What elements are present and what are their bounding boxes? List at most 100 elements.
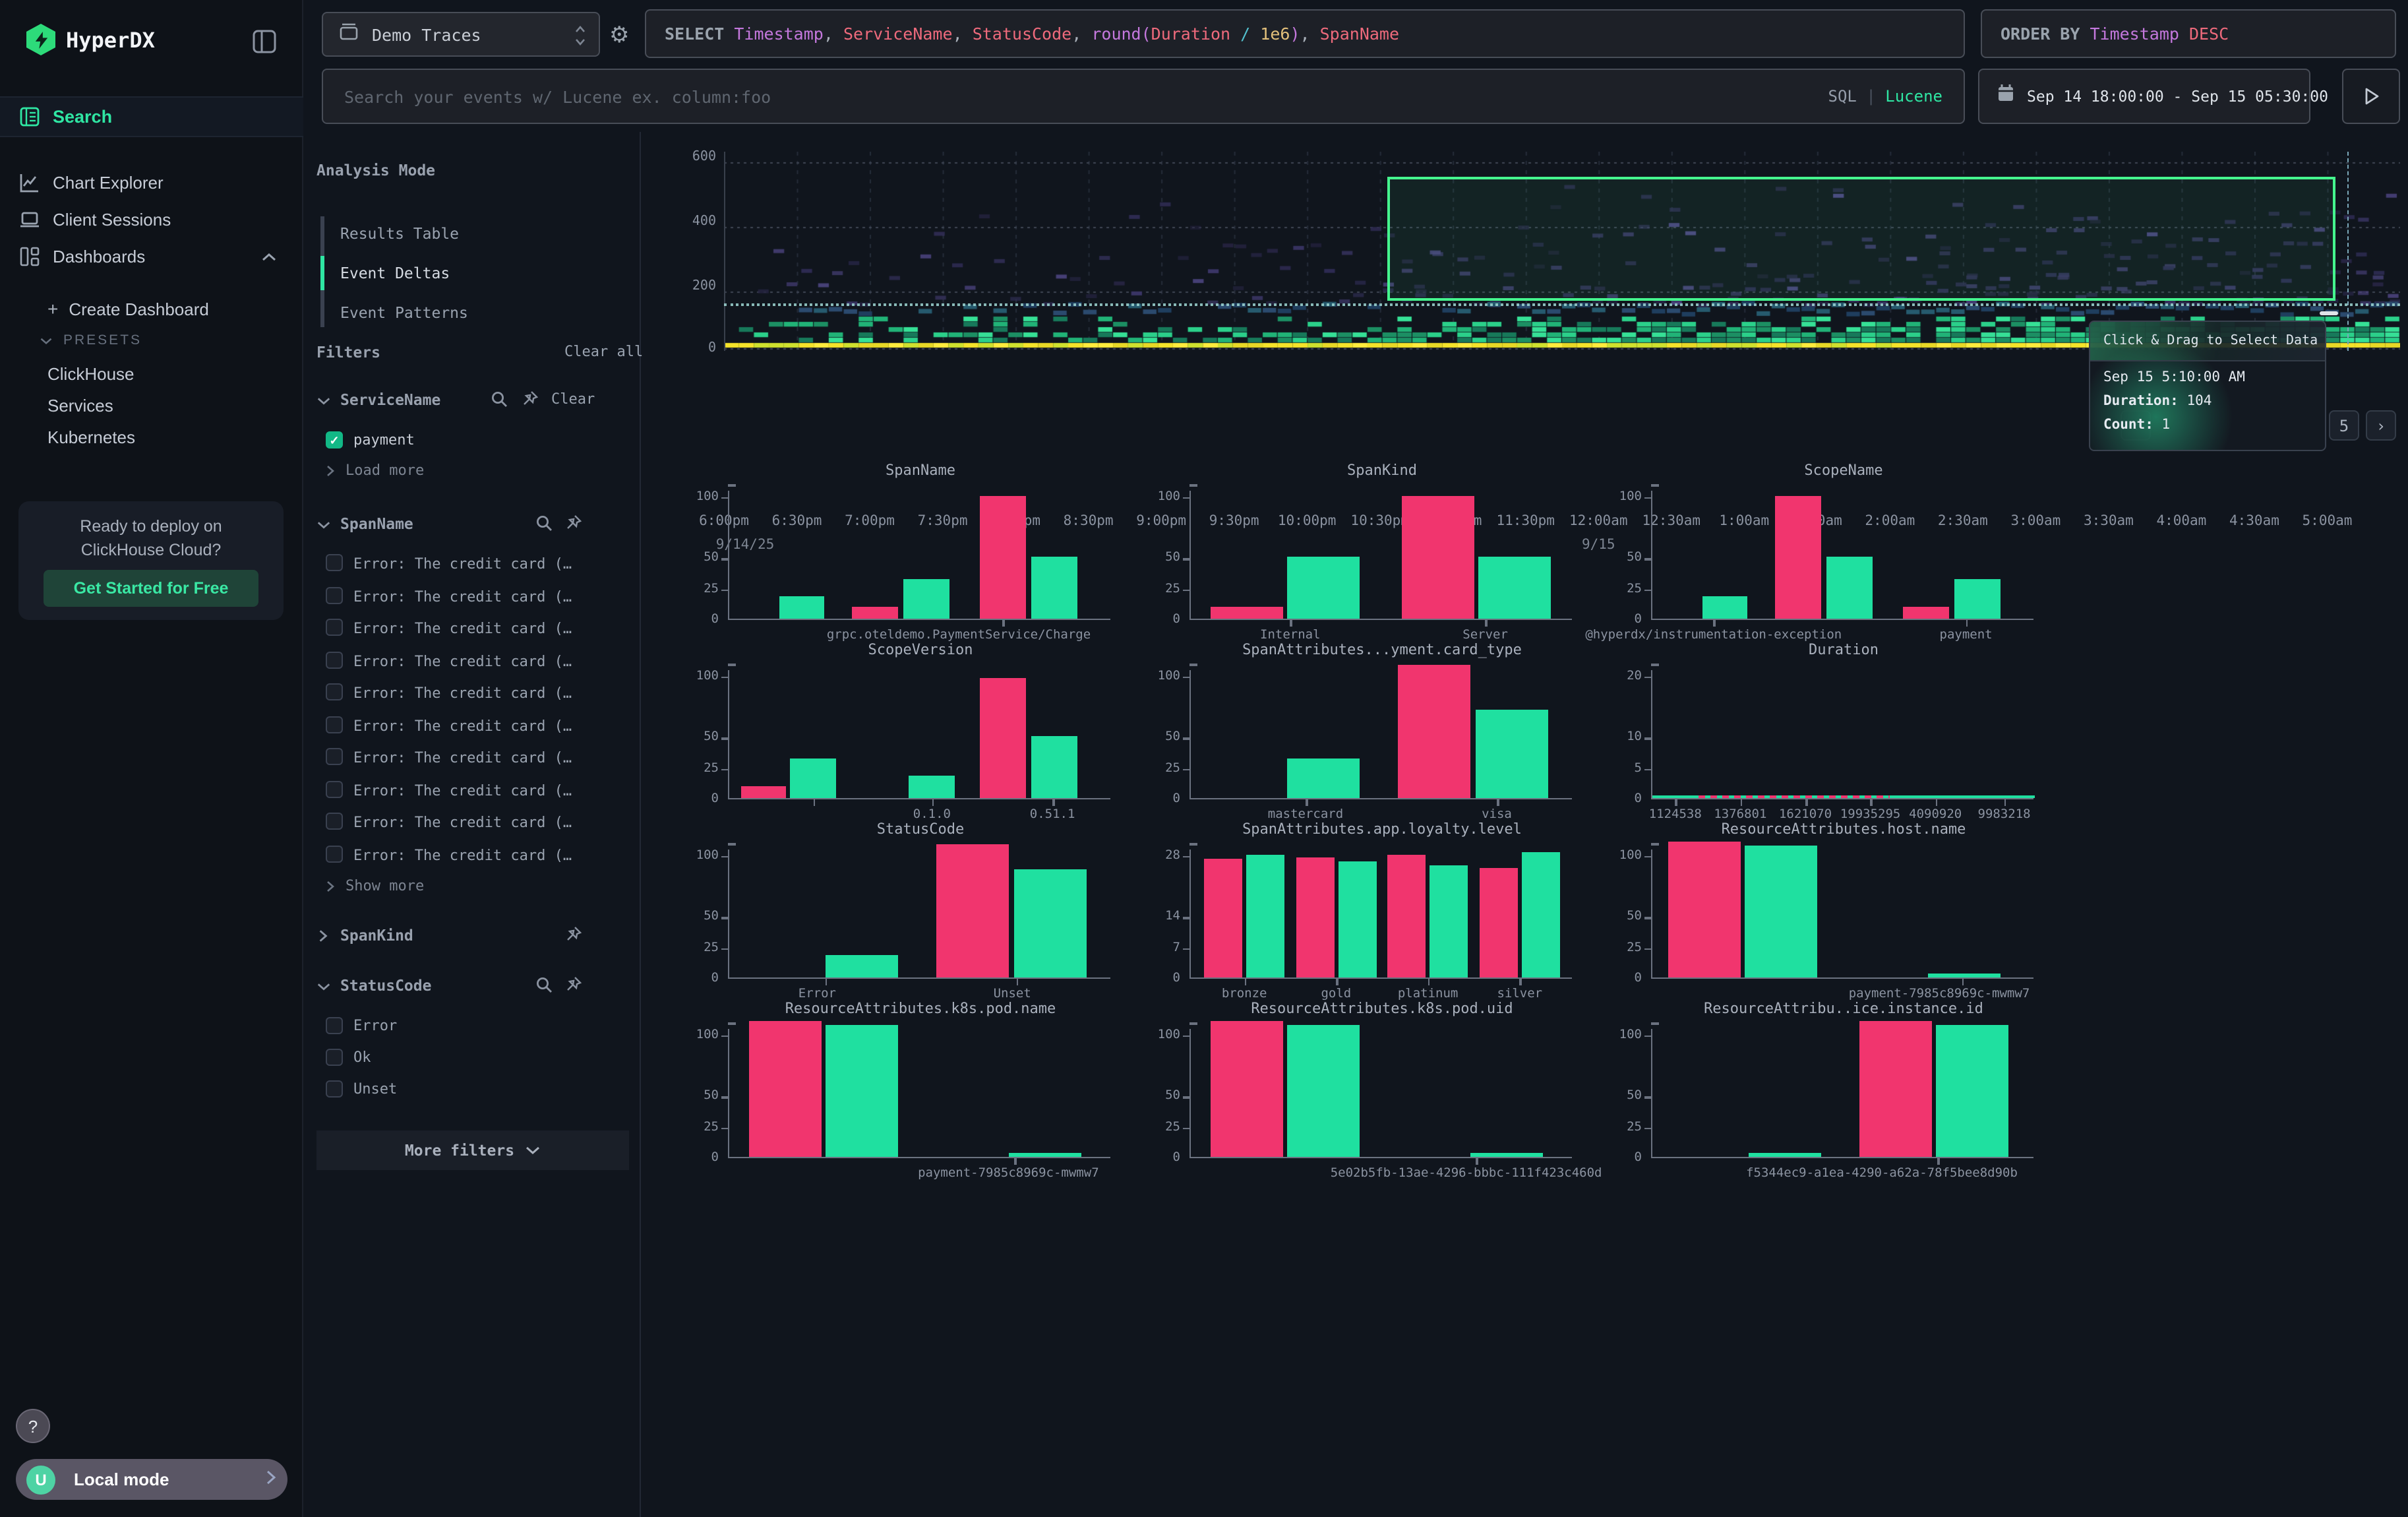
spanname-checkbox[interactable] <box>326 619 343 636</box>
inlier-bar[interactable] <box>1748 1153 1821 1157</box>
sidebar-item-clickhouse[interactable]: ClickHouse <box>47 364 135 384</box>
inlier-bar[interactable] <box>1286 758 1359 798</box>
inlier-bar[interactable] <box>1246 855 1284 977</box>
sql-toggle[interactable]: SQL <box>1828 87 1857 106</box>
pin-icon[interactable] <box>521 390 538 408</box>
inlier-bar[interactable] <box>1702 596 1748 619</box>
help-button[interactable]: ? <box>16 1409 50 1443</box>
inlier-bar[interactable] <box>1031 737 1077 798</box>
outlier-bar[interactable] <box>1775 495 1821 619</box>
spanname-filter-item[interactable]: Error: The credit card (… <box>353 717 572 734</box>
payment-checkbox[interactable]: ✓ <box>326 431 343 449</box>
inlier-bar[interactable] <box>1954 579 2001 619</box>
sidebar-item-client-sessions[interactable]: Client Sessions <box>0 201 303 237</box>
inlier-bar[interactable] <box>779 596 825 619</box>
spanname-checkbox[interactable] <box>326 845 343 862</box>
search-input[interactable]: Search your events w/ Lucene ex. column:… <box>322 69 1965 124</box>
filter-group-servicename[interactable]: ServiceName <box>340 390 440 409</box>
outlier-bar[interactable] <box>1668 842 1740 977</box>
statuscode-error-label[interactable]: Error <box>353 1017 397 1034</box>
lucene-toggle[interactable]: Lucene <box>1885 87 1942 106</box>
sidebar-item-services[interactable]: Services <box>47 396 113 416</box>
clear-servicename-button[interactable]: Clear <box>551 390 595 408</box>
sidebar-item-dashboards[interactable]: Dashboards <box>0 237 303 274</box>
mode-event-patterns[interactable]: Event Patterns <box>340 303 468 322</box>
spanname-checkbox[interactable] <box>326 780 343 797</box>
next-page-button[interactable]: › <box>2366 410 2396 441</box>
outlier-bar[interactable] <box>852 606 898 619</box>
chevron-right-icon[interactable] <box>318 929 328 943</box>
inlier-bar[interactable] <box>1470 1153 1542 1157</box>
inlier-bar[interactable] <box>1522 853 1560 977</box>
source-select[interactable]: Demo Traces <box>322 12 600 57</box>
inlier-bar[interactable] <box>1478 557 1550 619</box>
chevron-down-icon[interactable] <box>316 981 331 992</box>
inlier-bar[interactable] <box>1008 1153 1081 1157</box>
get-started-button[interactable]: Get Started for Free <box>44 570 258 607</box>
statuscode-unset-label[interactable]: Unset <box>353 1080 397 1098</box>
inlier-bar[interactable] <box>1014 869 1087 977</box>
drag-handle[interactable] <box>2320 311 2338 315</box>
spanname-filter-item[interactable]: Error: The credit card (… <box>353 782 572 799</box>
pin-icon[interactable] <box>564 926 582 943</box>
inlier-bar[interactable] <box>1286 1025 1359 1157</box>
spanname-checkbox[interactable] <box>326 748 343 765</box>
sidebar-item-chart-explorer[interactable]: Chart Explorer <box>0 164 303 201</box>
inlier-bar[interactable] <box>825 955 897 977</box>
search-icon[interactable] <box>535 514 553 532</box>
statuscode-ok-label[interactable]: Ok <box>353 1049 371 1066</box>
time-range-picker[interactable]: Sep 14 18:00:00 - Sep 15 05:30:00 <box>1978 69 2310 124</box>
inlier-bar[interactable] <box>1744 846 1817 977</box>
page-number-button[interactable]: 5 <box>2329 410 2359 441</box>
outlier-bar[interactable] <box>1397 665 1470 798</box>
spanname-filter-item[interactable]: Error: The credit card (… <box>353 846 572 863</box>
run-query-button[interactable] <box>2342 69 2400 124</box>
spanname-filter-item[interactable]: Error: The credit card (… <box>353 652 572 669</box>
chevron-down-icon[interactable] <box>316 396 331 406</box>
spanname-filter-item[interactable]: Error: The credit card (… <box>353 555 572 573</box>
spanname-filter-item[interactable]: Error: The credit card (… <box>353 588 572 605</box>
presets-toggle[interactable]: PRESETS <box>40 332 142 348</box>
spanname-filter-item[interactable]: Error: The credit card (… <box>353 685 572 702</box>
chevron-down-icon[interactable] <box>316 520 331 530</box>
outlier-bar[interactable] <box>1204 859 1242 977</box>
clear-all-button[interactable]: Clear all <box>564 343 643 360</box>
inlier-bar[interactable] <box>1935 1025 2008 1157</box>
inlier-bar[interactable] <box>1031 557 1077 619</box>
inlier-bar[interactable] <box>791 758 837 798</box>
inlier-bar[interactable] <box>909 776 955 798</box>
outlier-bar[interactable] <box>740 786 787 798</box>
create-dashboard-button[interactable]: + Create Dashboard <box>47 298 209 319</box>
inlier-bar[interactable] <box>1476 710 1548 798</box>
filter-group-statuscode[interactable]: StatusCode <box>340 976 432 995</box>
outlier-bar[interactable] <box>1388 855 1426 977</box>
outlier-bar[interactable] <box>748 1022 821 1157</box>
outlier-bar[interactable] <box>1296 857 1335 977</box>
outlier-bar[interactable] <box>1401 495 1474 619</box>
outlier-bar[interactable] <box>980 495 1026 619</box>
filter-group-spankind[interactable]: SpanKind <box>340 926 413 944</box>
inlier-bar[interactable] <box>1826 557 1873 619</box>
sidebar-collapse-icon[interactable] <box>252 29 277 61</box>
more-filters-button[interactable]: More filters <box>316 1130 629 1170</box>
spanname-filter-item[interactable]: Error: The credit card (… <box>353 620 572 637</box>
query-language-toggle[interactable]: SQL | Lucene <box>1828 87 1943 106</box>
spanname-checkbox[interactable] <box>326 554 343 571</box>
search-icon[interactable] <box>535 976 553 993</box>
outlier-bar[interactable] <box>980 677 1026 798</box>
inlier-bar[interactable] <box>1928 974 2001 977</box>
outlier-bar[interactable] <box>936 844 1008 977</box>
spanname-filter-item[interactable]: Error: The credit card (… <box>353 749 572 766</box>
mode-event-deltas[interactable]: Event Deltas <box>340 264 450 282</box>
outlier-bar[interactable] <box>1859 1022 1931 1157</box>
spanname-checkbox[interactable] <box>326 813 343 830</box>
outlier-bar[interactable] <box>1210 1022 1282 1157</box>
order-by-box[interactable]: ORDER BY Timestamp DESC <box>1981 9 2396 58</box>
select-query-box[interactable]: SELECT Timestamp, ServiceName, StatusCod… <box>645 9 1965 58</box>
show-more-button[interactable]: Show more <box>346 877 424 894</box>
pin-icon[interactable] <box>564 514 582 532</box>
sidebar-item-kubernetes[interactable]: Kubernetes <box>47 427 135 447</box>
mode-results-table[interactable]: Results Table <box>340 224 459 243</box>
load-more-button[interactable]: Load more <box>346 462 424 479</box>
spanname-checkbox[interactable] <box>326 651 343 668</box>
